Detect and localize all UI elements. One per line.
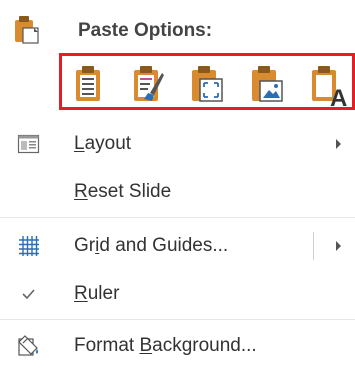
menu-item-label: Layout: [74, 133, 132, 154]
checkmark-icon: [17, 282, 41, 306]
paste-options-header: Paste Options:: [0, 0, 355, 48]
paste-options-title: Paste Options:: [78, 20, 213, 41]
menu-item-grid-and-guides[interactable]: Grid and Guides...: [0, 222, 355, 270]
menu-item-ruler[interactable]: Ruler: [0, 270, 355, 318]
context-menu: Paste Options: A Layout Reset Slide Grid…: [0, 0, 355, 367]
clipboard-paste-icon: [14, 14, 40, 44]
menu-separator: [0, 319, 355, 320]
split-divider: [313, 232, 314, 260]
embed-icon[interactable]: [250, 65, 283, 103]
menu-item-format-background[interactable]: Format Background...: [0, 322, 355, 370]
menu-separator: [0, 217, 355, 218]
menu-item-reset-slide[interactable]: Reset Slide: [0, 168, 355, 216]
picture-icon[interactable]: [190, 65, 223, 103]
menu-item-label: Grid and Guides...: [74, 235, 229, 256]
layout-icon: [17, 132, 41, 156]
use-destination-theme-icon[interactable]: [74, 65, 106, 103]
menu-item-label: Format Background...: [74, 335, 257, 356]
submenu-arrow-icon: [336, 139, 341, 149]
grid-icon: [17, 234, 41, 258]
menu-item-label: Reset Slide: [74, 181, 172, 202]
format-background-icon: [17, 334, 41, 358]
keep-source-formatting-icon[interactable]: [132, 65, 164, 103]
paste-options-group: A: [59, 53, 355, 112]
menu-item-label: Ruler: [74, 283, 120, 304]
keep-text-only-icon[interactable]: A: [310, 65, 347, 112]
menu-item-layout[interactable]: Layout: [0, 120, 355, 168]
submenu-arrow-icon[interactable]: [336, 241, 341, 251]
svg-text:A: A: [330, 85, 347, 107]
